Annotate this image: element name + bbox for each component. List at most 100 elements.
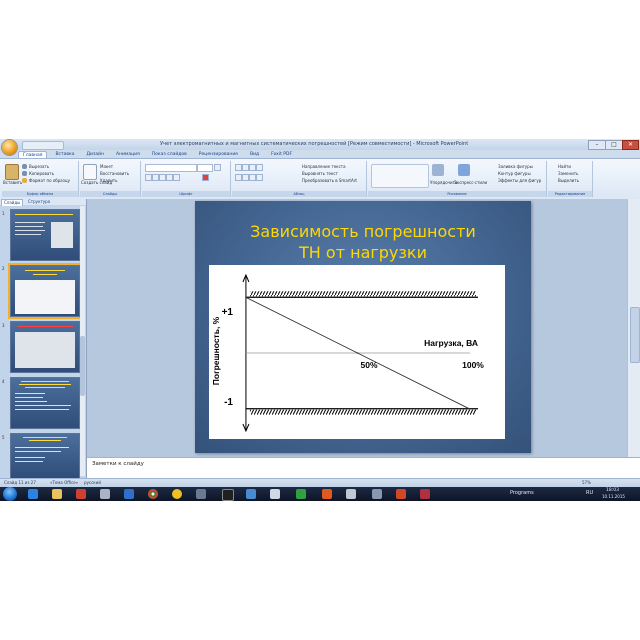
slide-thumbnail-1[interactable] [10, 209, 80, 261]
smartart-button[interactable]: Преобразовать в SmartArt [302, 178, 357, 183]
decrease-indent-icon[interactable] [249, 164, 256, 171]
tab-animation[interactable]: Анимация [112, 151, 144, 158]
delete-button[interactable]: Удалить [100, 178, 118, 183]
chrome-icon[interactable] [148, 489, 158, 499]
tab-foxit-pdf[interactable]: Foxit PDF [267, 151, 296, 158]
italic-icon[interactable] [152, 174, 159, 181]
terminal-icon[interactable] [222, 489, 234, 501]
shadow-icon[interactable] [173, 174, 180, 181]
font-size-select[interactable] [197, 164, 213, 172]
app-icon[interactable] [372, 489, 382, 499]
slide-thumbnail-5[interactable] [10, 433, 80, 479]
panel-tabs: Слайды Структура [0, 199, 86, 206]
shape-fill-button[interactable]: Заливка фигуры [498, 164, 533, 169]
xtick-label-100: 100% [462, 360, 484, 370]
font-name-select[interactable] [145, 164, 197, 172]
app-icon[interactable] [296, 489, 306, 499]
shapes-gallery[interactable] [371, 164, 429, 188]
notes-pane[interactable]: Заметки к слайду [87, 457, 640, 479]
cut-button[interactable]: Вырезать [29, 164, 49, 169]
align-left-icon[interactable] [235, 174, 242, 181]
thumb-title-1 [15, 214, 73, 215]
underline-icon[interactable] [159, 174, 166, 181]
app-icon[interactable] [420, 489, 430, 499]
quick-styles-button[interactable]: Экспресс-стили [454, 180, 487, 185]
slide-thumbnail-2[interactable] [8, 263, 82, 319]
app-icon[interactable] [322, 489, 332, 499]
canvas-scrollbar[interactable] [627, 199, 640, 457]
tab-slideshow[interactable]: Показ слайдов [148, 151, 191, 158]
panel-scrollbar[interactable] [80, 206, 85, 476]
format-painter-button[interactable]: Формат по образцу [29, 178, 70, 183]
bullets-icon[interactable] [235, 164, 242, 171]
app-icon[interactable] [270, 489, 280, 499]
replace-button[interactable]: Заменить [558, 171, 578, 176]
slide-thumbnail-4[interactable] [10, 377, 80, 429]
maximize-button[interactable]: □ [605, 140, 623, 150]
paragraph-group-label: Абзац [232, 191, 366, 197]
tab-design[interactable]: Дизайн [83, 151, 108, 158]
close-button[interactable]: ✕ [622, 140, 639, 150]
slide-title-line-1[interactable]: Зависимость погрешности [195, 221, 531, 242]
app-icon[interactable] [124, 489, 134, 499]
numbering-icon[interactable] [242, 164, 249, 171]
quick-access-toolbar[interactable] [22, 141, 64, 150]
tab-review[interactable]: Рецензирование [195, 151, 242, 158]
app-icon[interactable] [246, 489, 256, 499]
office-button[interactable] [2, 140, 17, 155]
copy-button[interactable]: Копировать [29, 171, 54, 176]
tab-slides[interactable]: Слайды [1, 199, 24, 206]
explorer-icon[interactable] [52, 489, 62, 499]
app-icon[interactable] [346, 489, 356, 499]
data-point [356, 352, 359, 354]
app-icon[interactable] [76, 489, 86, 499]
align-right-icon[interactable] [249, 174, 256, 181]
tab-home[interactable]: Главная [18, 151, 48, 158]
grow-font-icon[interactable] [214, 164, 221, 171]
paste-icon[interactable] [5, 164, 19, 180]
bold-icon[interactable] [145, 174, 152, 181]
align-center-icon[interactable] [242, 174, 249, 181]
find-button[interactable]: Найти [558, 164, 571, 169]
reset-button[interactable]: Восстановить [100, 171, 129, 176]
app-icon[interactable] [196, 489, 206, 499]
theme-name: «Тема Office» [50, 480, 79, 485]
taskbar-programs-toolbar[interactable]: Programs [510, 490, 534, 496]
minimize-button[interactable]: – [588, 140, 606, 150]
increase-indent-icon[interactable] [256, 164, 263, 171]
start-button[interactable] [3, 487, 17, 501]
language-indicator[interactable]: русский [84, 480, 101, 485]
clock-time[interactable]: 18:03 [606, 488, 619, 493]
quick-styles-icon[interactable] [458, 164, 470, 176]
app-icon[interactable] [172, 489, 182, 499]
ie-icon[interactable] [28, 489, 38, 499]
slide-thumbnail-3[interactable] [10, 321, 80, 373]
thumb-chart-2 [15, 280, 75, 314]
app-icon[interactable] [100, 489, 110, 499]
text-direction-button[interactable]: Направление текста [302, 164, 346, 169]
paste-button[interactable]: Вставить [3, 180, 22, 185]
input-language[interactable]: RU [586, 490, 593, 496]
layout-button[interactable]: Макет [100, 164, 113, 169]
clock-date[interactable]: 10.11.2015 [602, 494, 625, 499]
slide-title-line-2[interactable]: ТН от нагрузки [195, 242, 531, 263]
font-color-icon[interactable] [202, 174, 209, 181]
strikethrough-icon[interactable] [166, 174, 173, 181]
shape-outline-button[interactable]: Контур фигуры [498, 171, 531, 176]
select-button[interactable]: Выделить [558, 178, 579, 183]
font-group: Шрифт [142, 161, 231, 197]
current-slide[interactable]: Зависимость погрешности ТН от нагрузки П… [195, 201, 531, 453]
powerpoint-taskbar-icon[interactable] [396, 489, 406, 499]
tab-outline[interactable]: Структура [28, 199, 50, 205]
justify-icon[interactable] [256, 174, 263, 181]
slide-number: 2 [2, 266, 5, 271]
chart-area[interactable]: Погрешность, % Нагрузка, ВА +1 -1 50% 10… [209, 265, 505, 439]
tab-insert[interactable]: Вставка [51, 151, 78, 158]
shape-effects-button[interactable]: Эффекты для фигур [498, 178, 541, 183]
zoom-level[interactable]: 57% [582, 480, 591, 485]
tab-view[interactable]: Вид [246, 151, 263, 158]
new-slide-icon[interactable] [83, 164, 97, 180]
arrange-icon[interactable] [432, 164, 444, 176]
slide-number: 3 [2, 323, 5, 328]
align-text-button[interactable]: Выровнять текст [302, 171, 338, 176]
